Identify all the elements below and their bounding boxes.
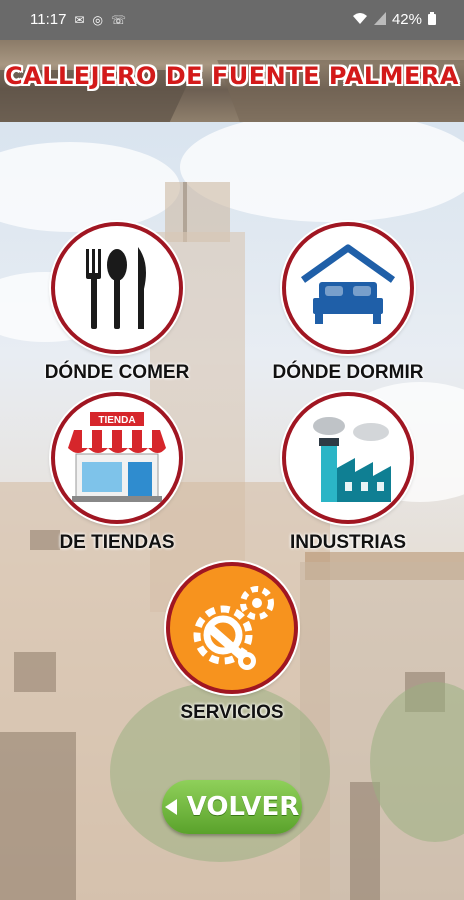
store-sign-text: TIENDA — [98, 415, 135, 426]
donde-dormir-label: DÓNDE DORMIR — [272, 362, 424, 383]
cutlery-icon — [86, 247, 146, 329]
status-bar: 11:17 ✉ ◎ ☏ 42% — [0, 0, 464, 40]
back-arrow-icon — [164, 799, 177, 815]
gears-wrench-icon — [193, 586, 274, 670]
cutlery-circle — [51, 222, 183, 354]
industrias-button[interactable]: INDUSTRIAS — [268, 392, 428, 554]
app-title: CALLEJERO DE FUENTE PALMERA — [5, 62, 459, 90]
bed-circle — [282, 222, 414, 354]
status-time: 11:17 — [30, 11, 67, 28]
services-circle — [166, 562, 298, 694]
factory-icon — [313, 417, 391, 502]
bed-house-icon — [300, 244, 396, 324]
wifi-icon — [352, 12, 368, 28]
industrias-label: INDUSTRIAS — [289, 532, 407, 553]
de-tiendas-label: DE TIENDAS — [59, 532, 175, 553]
store-circle: TIENDA — [51, 392, 183, 524]
volver-button[interactable]: VOLVER — [162, 780, 302, 834]
factory-circle — [282, 392, 414, 524]
signal-icon — [373, 11, 386, 28]
battery-level: 42% — [391, 11, 422, 28]
servicios-label: SERVICIOS — [180, 702, 284, 723]
header-banner: CALLEJERO DE FUENTE PALMERA — [0, 40, 464, 122]
donde-comer-label: DÓNDE COMER — [44, 362, 190, 383]
gmail-icon: ✉ — [74, 12, 85, 27]
donde-dormir-button[interactable]: DÓNDE DORMIR — [268, 222, 428, 384]
store-icon: TIENDA — [68, 412, 166, 502]
servicios-button[interactable]: SERVICIOS — [152, 562, 312, 724]
donde-comer-button[interactable]: DÓNDE COMER — [37, 222, 197, 384]
de-tiendas-button[interactable]: TIENDA DE TIENDAS — [37, 392, 197, 554]
whatsapp-icon: ☏ — [110, 12, 126, 27]
instagram-icon: ◎ — [92, 12, 103, 27]
volver-label: VOLVER — [186, 792, 300, 822]
battery-icon — [428, 11, 436, 28]
